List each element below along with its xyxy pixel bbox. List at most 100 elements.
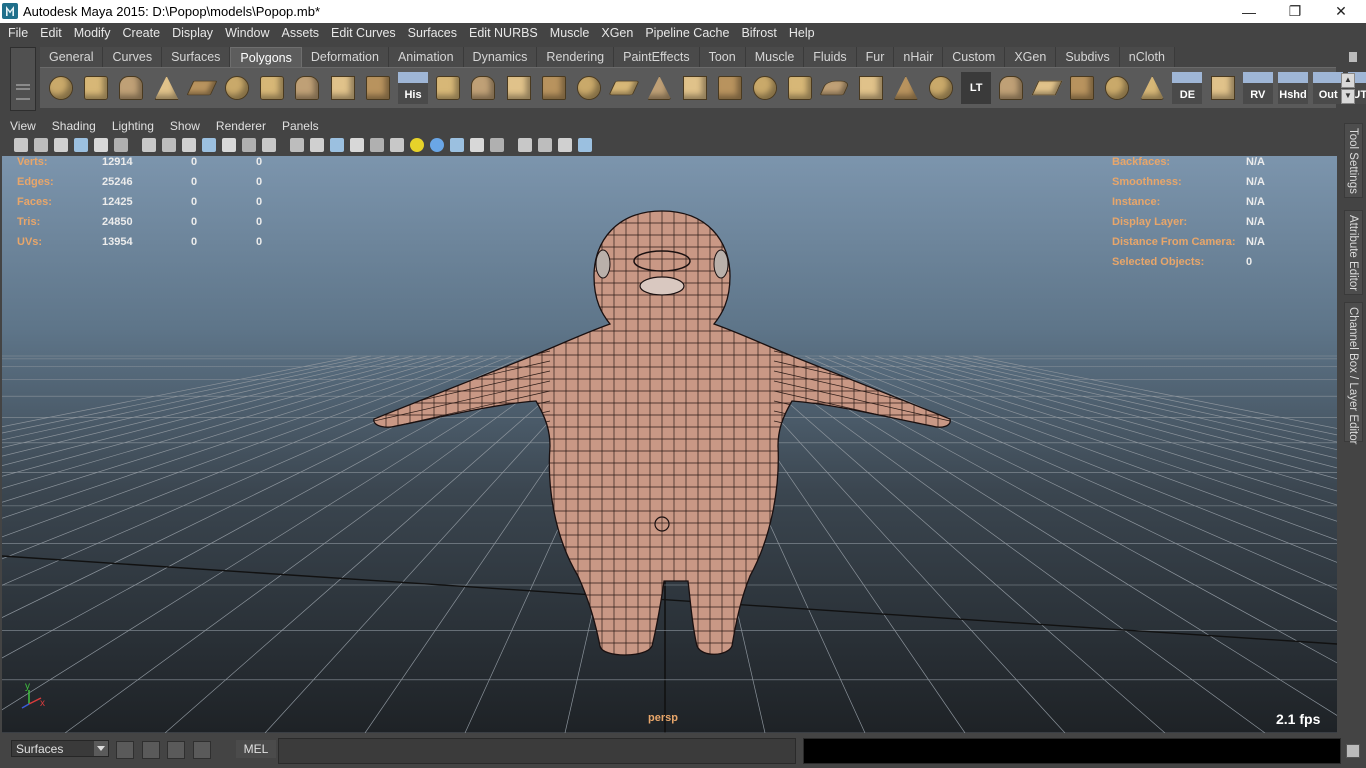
scroll-down-icon[interactable]: ▼	[1341, 89, 1355, 104]
script-editor-icon[interactable]	[142, 741, 160, 759]
panel-menu-renderer[interactable]: Renderer	[208, 117, 274, 135]
use-default-material-icon[interactable]	[370, 138, 384, 152]
uv-unfold-icon[interactable]	[1137, 72, 1167, 104]
lt-icon[interactable]: LT	[961, 72, 992, 104]
grease-pencil-icon[interactable]	[114, 138, 128, 152]
side-tab-attribute-editor[interactable]: Attribute Editor	[1344, 210, 1363, 295]
menu-create[interactable]: Create	[117, 26, 167, 40]
menu-edit-nurbs[interactable]: Edit NURBS	[463, 26, 544, 40]
cone-icon[interactable]	[152, 72, 182, 104]
command-input[interactable]	[278, 738, 796, 764]
menu-file[interactable]: File	[2, 26, 34, 40]
isolate-select-icon[interactable]	[518, 138, 532, 152]
shelf-tab-nhair[interactable]: nHair	[894, 47, 944, 67]
film-gate-icon[interactable]	[162, 138, 176, 152]
panel-menu-lighting[interactable]: Lighting	[104, 117, 162, 135]
shelf-tab-fluids[interactable]: Fluids	[804, 47, 857, 67]
uv-sew-icon[interactable]	[1067, 72, 1097, 104]
shelf-tab-polygons[interactable]: Polygons	[230, 47, 302, 68]
uv-select-icon[interactable]	[1102, 72, 1132, 104]
two-sided-icon[interactable]	[578, 138, 592, 152]
gate-mask-icon[interactable]	[202, 138, 216, 152]
lights-icon[interactable]	[410, 138, 424, 152]
safe-action-icon[interactable]	[242, 138, 256, 152]
shelf-tab-animation[interactable]: Animation	[388, 47, 464, 67]
menu-pipeline-cache[interactable]: Pipeline Cache	[639, 26, 735, 40]
menu-modify[interactable]: Modify	[68, 26, 117, 40]
shelf-scroll[interactable]: ▲ ▼	[1341, 72, 1357, 106]
paint-icon[interactable]	[785, 72, 815, 104]
wireframe-cube-icon[interactable]	[820, 72, 851, 104]
2d-pan-icon[interactable]	[94, 138, 108, 152]
ambient-occlusion-icon[interactable]	[450, 138, 464, 152]
outliner-icon[interactable]	[167, 741, 185, 759]
append-icon[interactable]	[715, 72, 745, 104]
smooth-shade-icon[interactable]	[310, 138, 324, 152]
hshd-icon[interactable]: Hshd	[1278, 72, 1308, 104]
shelf-tab-curves[interactable]: Curves	[103, 47, 163, 67]
textured-icon[interactable]	[390, 138, 404, 152]
select-camera-icon[interactable]	[14, 138, 28, 152]
shelf-tab-painteffects[interactable]: PaintEffects	[614, 47, 700, 67]
combine-icon[interactable]	[433, 72, 463, 104]
shelf-tab-rendering[interactable]: Rendering	[537, 47, 615, 67]
panel-menu-panels[interactable]: Panels	[274, 117, 327, 135]
bridge-icon[interactable]	[574, 72, 604, 104]
grid-toggle-icon[interactable]	[142, 138, 156, 152]
wireframe-on-shaded-icon[interactable]	[330, 138, 344, 152]
menu-surfaces[interactable]: Surfaces	[402, 26, 463, 40]
menu-window[interactable]: Window	[219, 26, 275, 40]
shelf-tab-deformation[interactable]: Deformation	[301, 47, 389, 67]
shelf-tab-dynamics[interactable]: Dynamics	[463, 47, 538, 67]
cylinder-icon[interactable]	[116, 72, 146, 104]
separate-icon[interactable]	[468, 72, 498, 104]
restore-button[interactable]: ❐	[1272, 0, 1318, 23]
sphere-icon[interactable]	[46, 72, 76, 104]
uv-icon[interactable]	[996, 72, 1026, 104]
close-button[interactable]: ✕	[1318, 0, 1364, 23]
uv-layout-icon[interactable]	[1208, 72, 1238, 104]
shelf-tab-xgen[interactable]: XGen	[1005, 47, 1057, 67]
render-icon[interactable]	[926, 72, 956, 104]
shelf-tab-ncloth[interactable]: nCloth	[1119, 47, 1175, 67]
soccer-icon[interactable]	[328, 72, 358, 104]
torus-icon[interactable]	[222, 72, 252, 104]
anti-alias-icon[interactable]	[490, 138, 504, 152]
snap-icon[interactable]	[116, 741, 134, 759]
shadows-icon[interactable]	[430, 138, 444, 152]
bookmark-icon[interactable]	[54, 138, 68, 152]
safe-title-icon[interactable]	[262, 138, 276, 152]
chevron-down-icon[interactable]	[94, 741, 108, 756]
menu-edit[interactable]: Edit	[34, 26, 68, 40]
shelf-tab-toon[interactable]: Toon	[699, 47, 746, 67]
menu-display[interactable]: Display	[166, 26, 219, 40]
pipe-icon[interactable]	[292, 72, 322, 104]
scroll-up-icon[interactable]: ▲	[1341, 73, 1355, 88]
merge-icon[interactable]	[644, 72, 674, 104]
out-icon[interactable]: Out	[1313, 72, 1344, 104]
rv-icon[interactable]: RV	[1242, 72, 1273, 104]
extrude-icon[interactable]	[608, 72, 640, 104]
panel-menu-show[interactable]: Show	[162, 117, 208, 135]
smooth-icon[interactable]	[539, 72, 569, 104]
menu-muscle[interactable]: Muscle	[544, 26, 596, 40]
shelf-tab-fur[interactable]: Fur	[856, 47, 895, 67]
shelf-tab-surfaces[interactable]: Surfaces	[162, 47, 231, 67]
target-icon[interactable]	[856, 72, 886, 104]
bevel-icon[interactable]	[680, 72, 710, 104]
mel-toggle-button[interactable]: MEL	[236, 740, 276, 758]
resolution-gate-icon[interactable]	[182, 138, 196, 152]
uv-cut-icon[interactable]	[1031, 72, 1062, 104]
motion-blur-icon[interactable]	[470, 138, 484, 152]
shelf-tab-subdivs[interactable]: Subdivs	[1056, 47, 1120, 67]
menu-help[interactable]: Help	[783, 26, 821, 40]
de-icon[interactable]: DE	[1172, 72, 1203, 104]
shelf-tab-general[interactable]: General	[40, 47, 104, 67]
history-icon[interactable]: His	[398, 72, 428, 104]
shelf-tab-custom[interactable]: Custom	[943, 47, 1006, 67]
character-model[interactable]	[362, 210, 962, 661]
helix-icon[interactable]	[363, 72, 393, 104]
plane-icon[interactable]	[186, 72, 218, 104]
minimize-button[interactable]: —	[1226, 0, 1272, 23]
pyramid-icon[interactable]	[257, 72, 287, 104]
